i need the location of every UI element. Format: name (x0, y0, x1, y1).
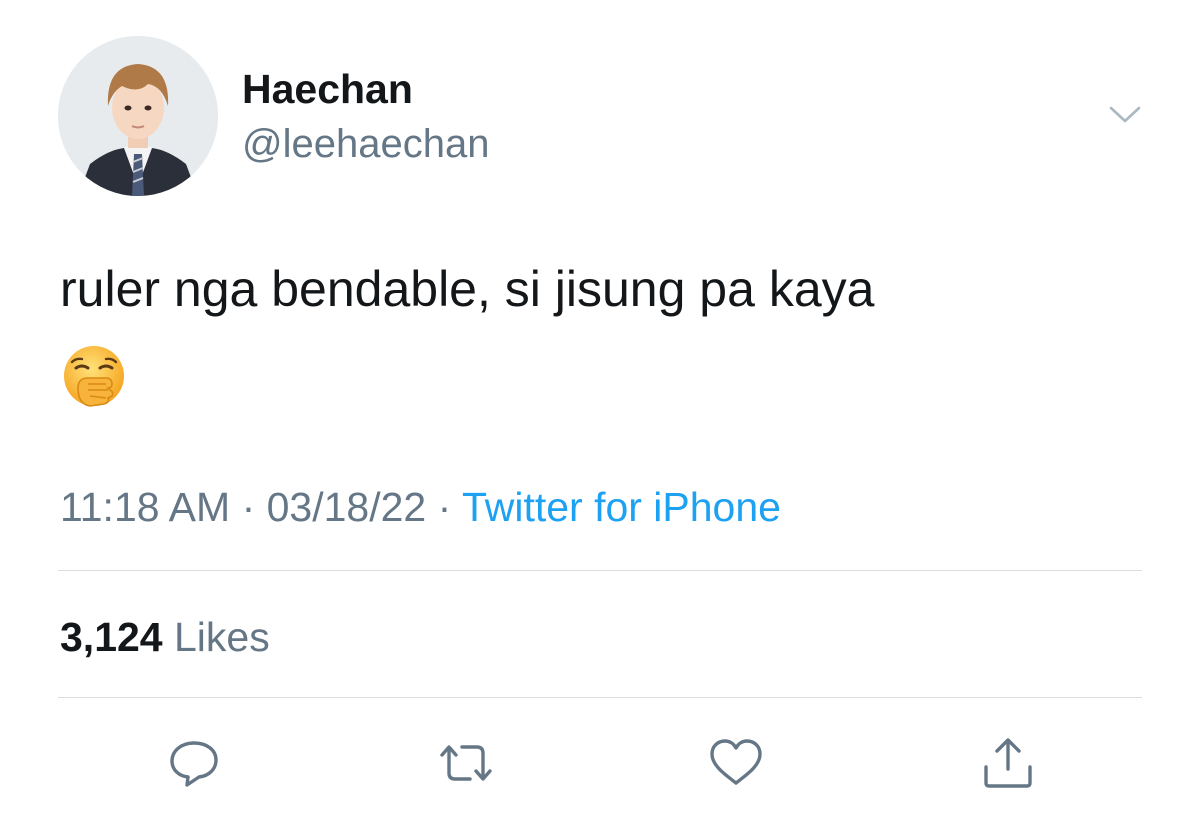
chevron-down-icon[interactable] (1108, 102, 1142, 128)
tweet-source-link[interactable]: Twitter for iPhone (462, 484, 781, 530)
face-with-hand-over-mouth-icon (62, 344, 126, 408)
reply-icon (170, 741, 218, 787)
share-button[interactable] (978, 735, 1038, 791)
reply-button[interactable] (164, 735, 224, 791)
retweet-button[interactable] (436, 735, 496, 791)
user-handle[interactable]: @leehaechan (242, 122, 489, 167)
likes-summary[interactable]: 3,124 Likes (60, 614, 270, 661)
like-button[interactable] (706, 735, 766, 791)
likes-label: Likes (162, 614, 270, 660)
tweet-time: 11:18 AM (60, 484, 231, 530)
tweet-date: 03/18/22 (266, 484, 427, 530)
avatar[interactable] (58, 36, 218, 196)
divider (58, 570, 1142, 571)
meta-separator: · (426, 484, 462, 530)
share-icon (984, 738, 1032, 788)
display-name[interactable]: Haechan (242, 66, 413, 113)
likes-count: 3,124 (60, 614, 163, 660)
avatar-photo (58, 36, 218, 196)
tweet-meta: 11:18 AM · 03/18/22 · Twitter for iPhone (60, 484, 781, 531)
tweet-text: ruler nga bendable, si jisung pa kaya (60, 261, 875, 317)
meta-separator: · (230, 484, 267, 530)
divider (58, 697, 1142, 698)
retweet-icon (440, 745, 492, 781)
like-icon (710, 739, 762, 785)
